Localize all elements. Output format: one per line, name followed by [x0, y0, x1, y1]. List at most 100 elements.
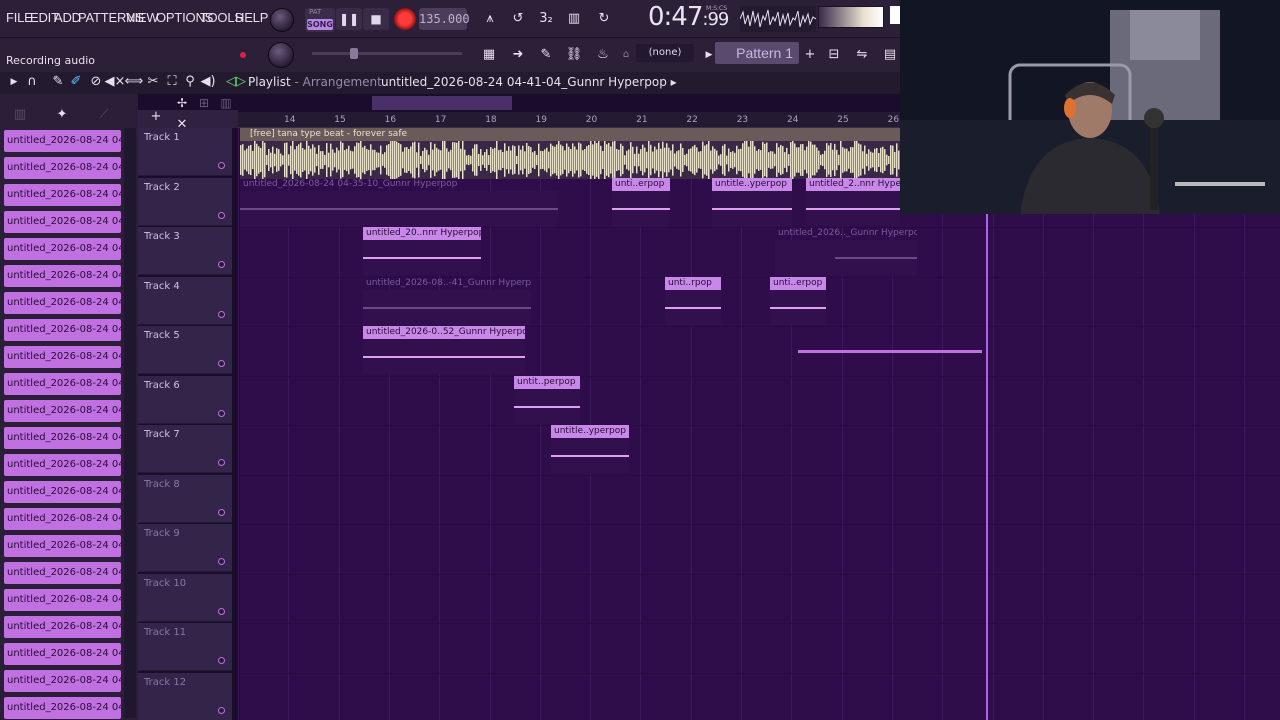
audio-clip[interactable]: unti..erpop	[612, 178, 670, 226]
picker-clip-item[interactable]: untitled_2026-08-24 04-...	[4, 319, 121, 341]
magnet-icon[interactable]: ∩	[20, 71, 44, 93]
master-pitch-knob[interactable]	[268, 42, 294, 68]
track-mute-icon[interactable]	[218, 409, 225, 417]
pause-button[interactable]: ❚❚	[336, 8, 362, 30]
stop-button[interactable]: ■	[363, 8, 389, 30]
master-volume-knob[interactable]	[270, 8, 294, 32]
audio-clip[interactable]: unti..erpop	[770, 277, 826, 325]
pat-song-toggle[interactable]: PAT SONG	[305, 8, 335, 32]
picker-clip-item[interactable]: untitled_2026-08-24 04-...	[4, 616, 121, 638]
picker-clip-item[interactable]: untitled_2026-08-24 04-...	[4, 562, 121, 584]
picker-clip-item[interactable]: untitled_2026-08-24 04-...	[4, 292, 121, 314]
snap-icon[interactable]: ✢	[170, 92, 194, 114]
loop-record-icon[interactable]: ↻	[592, 8, 616, 30]
playhead[interactable]	[986, 214, 988, 720]
track-header[interactable]: Track 8	[138, 474, 232, 523]
playlist-icon[interactable]: ▤	[878, 44, 902, 66]
picker-clip-item[interactable]: untitled_2026-08-24 04-...	[4, 670, 121, 692]
track-mute-icon[interactable]	[218, 706, 225, 714]
mixer-icon[interactable]: ⊟	[822, 44, 846, 66]
picker-clip-item[interactable]: untitled_2026-08-24 04-...	[4, 238, 121, 260]
tempo-display[interactable]: 135.000	[419, 8, 470, 30]
picker-clip-item[interactable]: untitled_2026-08-24 04-...	[4, 211, 121, 233]
track-header[interactable]: Track 11	[138, 623, 232, 671]
track-mute-icon[interactable]	[218, 459, 225, 466]
picker-clip-item[interactable]: untitled_2026-08-24 04-...	[4, 184, 121, 206]
track-header[interactable]: Track 4	[138, 276, 232, 325]
track-header[interactable]: Track 2	[138, 177, 232, 226]
metronome-icon[interactable]: ⩚	[478, 8, 502, 30]
master-pitch-slider[interactable]	[312, 48, 462, 59]
track-header[interactable]: Track 12	[138, 672, 232, 720]
picker-clip-item[interactable]: untitled_2026-08-24 04-...	[4, 481, 121, 503]
picker-scrollbar[interactable]	[124, 128, 136, 718]
slider-thumb[interactable]	[350, 48, 358, 59]
track-mute-icon[interactable]	[218, 657, 225, 664]
menu-file[interactable]: FILE	[6, 10, 33, 25]
timeline-ruler[interactable]: 14 15 16 17 18 19 20 21 22 23 24 25 26	[238, 112, 900, 128]
picker-auto-icon[interactable]: ⟋	[92, 104, 116, 126]
track-mute-icon[interactable]	[218, 261, 225, 268]
menu-help[interactable]: HELP	[235, 10, 268, 25]
playback-icon[interactable]: ◀)	[196, 71, 220, 93]
picker-clip-item[interactable]: untitled_2026-08-24 04-...	[4, 130, 121, 152]
menu-view[interactable]: VIEW	[126, 10, 159, 25]
channel-select[interactable]: (none)	[636, 44, 694, 62]
grid-icon[interactable]: ▥	[214, 92, 238, 114]
track-mute-icon[interactable]	[218, 162, 225, 169]
add-pattern-icon[interactable]: +	[798, 44, 822, 66]
track-header[interactable]: Track 1	[138, 128, 232, 176]
audio-clip[interactable]: untitled_2026-0..52_Gunnr Hyperpop	[363, 326, 525, 374]
picker-audio-icon[interactable]: ▥	[8, 104, 32, 126]
clip-track-1[interactable]: [free] tana type beat - forever safe	[240, 128, 900, 179]
wait-record-icon[interactable]: ↺	[506, 8, 530, 30]
audio-clip[interactable]: untitle..yperpop	[551, 425, 629, 473]
picker-clip-item[interactable]: untitled_2026-08-24 04-...	[4, 373, 121, 395]
link-clips-icon[interactable]: ⊞	[192, 92, 216, 114]
playlist-play-icon[interactable]: ◁▷	[224, 71, 248, 93]
picker-clip-item[interactable]: untitled_2026-08-24 04-...	[4, 400, 121, 422]
picker-pattern-icon[interactable]: ✦	[50, 104, 74, 126]
picker-clip-item[interactable]: untitled_2026-08-24 04-...	[4, 535, 121, 557]
audio-clip[interactable]: unti..rpop	[665, 277, 721, 325]
picker-clip-item[interactable]: untitled_2026-08-24 04-...	[4, 589, 121, 611]
arrow-icon[interactable]: ➜	[506, 44, 530, 66]
track-header[interactable]: Track 3	[138, 227, 232, 275]
step-edit-icon[interactable]: ▥	[562, 8, 586, 30]
track-header[interactable]: Track 5	[138, 326, 232, 374]
countdown-icon[interactable]: 3₂	[534, 8, 558, 30]
track-mute-icon[interactable]	[218, 607, 225, 615]
track-mute-icon[interactable]	[218, 310, 225, 318]
picker-clip-item[interactable]: untitled_2026-08-24 04-...	[4, 265, 121, 287]
audio-clip[interactable]: untit..perpop	[514, 376, 580, 424]
track-header[interactable]: Track 6	[138, 375, 232, 424]
picker-clip-item[interactable]: untitled_2026-08-24 04-...	[4, 697, 121, 719]
clip-waveform[interactable]	[798, 350, 982, 353]
browser-icon[interactable]: ♨	[591, 44, 615, 66]
picker-clip-item[interactable]: untitled_2026-08-24 04-...	[4, 346, 121, 368]
picker-clip-item[interactable]: untitled_2026-08-24 04-...	[4, 427, 121, 449]
track-mute-icon[interactable]	[218, 558, 225, 565]
track-header[interactable]: Track 7	[138, 425, 232, 473]
track-mute-icon[interactable]	[218, 211, 225, 219]
pencil-icon[interactable]: ✎	[534, 44, 558, 66]
track-mute-icon[interactable]	[218, 508, 225, 516]
link-icon[interactable]: ⛓	[562, 44, 586, 66]
playlist-overview-scroller[interactable]	[372, 96, 512, 110]
audio-clip[interactable]: untitled_2026-08-24 04-35-10_Gunnr Hyper…	[240, 178, 558, 226]
pattern-selector[interactable]: Pattern 1	[715, 42, 799, 64]
menu-add[interactable]: ADD	[54, 10, 81, 25]
audio-clip[interactable]: untitled_2026-08..-41_Gunnr Hyperpop	[363, 277, 531, 325]
picker-clip-item[interactable]: untitled_2026-08-24 04-...	[4, 157, 121, 179]
add-track-icon[interactable]: +	[144, 106, 168, 128]
track-header[interactable]: Track 9	[138, 524, 232, 572]
track-mute-icon[interactable]	[218, 360, 225, 367]
audio-clip[interactable]: untitled_20..nnr Hyperpop	[363, 227, 481, 275]
picker-clip-item[interactable]: untitled_2026-08-24 04-...	[4, 454, 121, 476]
audio-clip[interactable]: untitled_2026.._Gunnr Hyperpop	[775, 227, 917, 275]
picker-clip-item[interactable]: untitled_2026-08-24 04-...	[4, 643, 121, 665]
channel-rack-icon[interactable]: ⇋	[850, 44, 874, 66]
record-button[interactable]	[394, 8, 416, 30]
picker-clip-item[interactable]: untitled_2026-08-24 04-...	[4, 508, 121, 530]
audio-clip[interactable]: untitled_2..nnr Hype	[806, 178, 900, 226]
